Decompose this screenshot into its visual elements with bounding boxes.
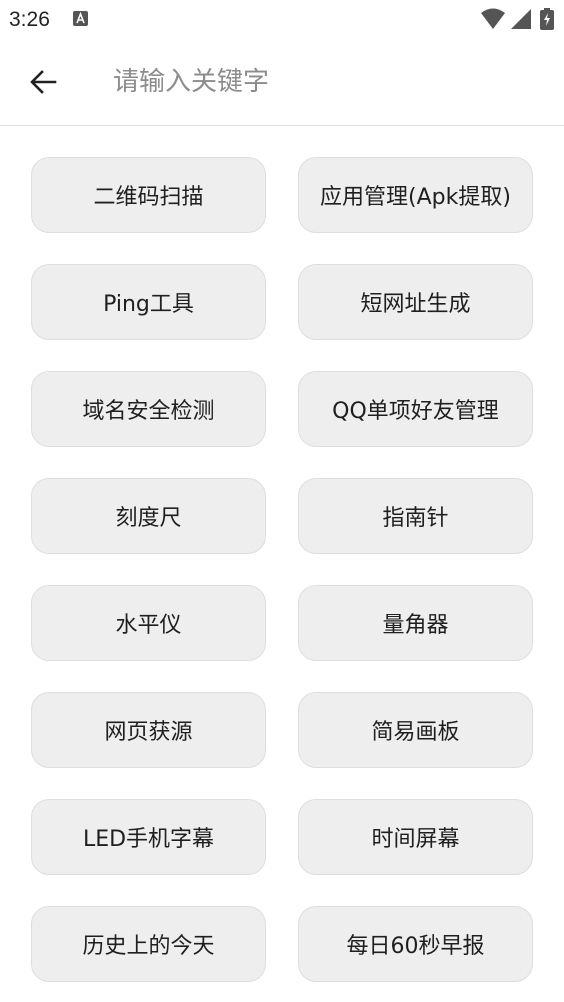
status-bar: 3:26 — [0, 0, 564, 40]
ping-tool-button[interactable]: Ping工具 — [31, 264, 266, 340]
search-input[interactable] — [113, 58, 533, 106]
daily-news-button[interactable]: 每日60秒早报 — [298, 906, 533, 982]
domain-check-button[interactable]: 域名安全检测 — [31, 371, 266, 447]
history-today-button[interactable]: 历史上的今天 — [31, 906, 266, 982]
app-manager-button[interactable]: 应用管理(Apk提取) — [298, 157, 533, 233]
clock-screen-button[interactable]: 时间屏幕 — [298, 799, 533, 875]
qrcode-scan-button[interactable]: 二维码扫描 — [31, 157, 266, 233]
ruler-button[interactable]: 刻度尺 — [31, 478, 266, 554]
cell-signal-icon — [511, 9, 531, 29]
short-url-button[interactable]: 短网址生成 — [298, 264, 533, 340]
arrow-left-icon — [30, 70, 57, 94]
protractor-button[interactable]: 量角器 — [298, 585, 533, 661]
qq-friend-manager-button[interactable]: QQ单项好友管理 — [298, 371, 533, 447]
wifi-icon — [481, 8, 505, 29]
page-source-button[interactable]: 网页获源 — [31, 692, 266, 768]
a-notification-icon — [73, 11, 88, 26]
led-subtitle-button[interactable]: LED手机字幕 — [31, 799, 266, 875]
compass-button[interactable]: 指南针 — [298, 478, 533, 554]
drawing-board-button[interactable]: 简易画板 — [298, 692, 533, 768]
status-time: 3:26 — [9, 8, 50, 31]
back-button[interactable] — [19, 58, 67, 106]
tools-grid: 二维码扫描 应用管理(Apk提取) Ping工具 短网址生成 域名安全检测 QQ… — [31, 157, 533, 982]
battery-charging-icon — [540, 8, 554, 30]
app-bar — [0, 40, 564, 126]
level-button[interactable]: 水平仪 — [31, 585, 266, 661]
